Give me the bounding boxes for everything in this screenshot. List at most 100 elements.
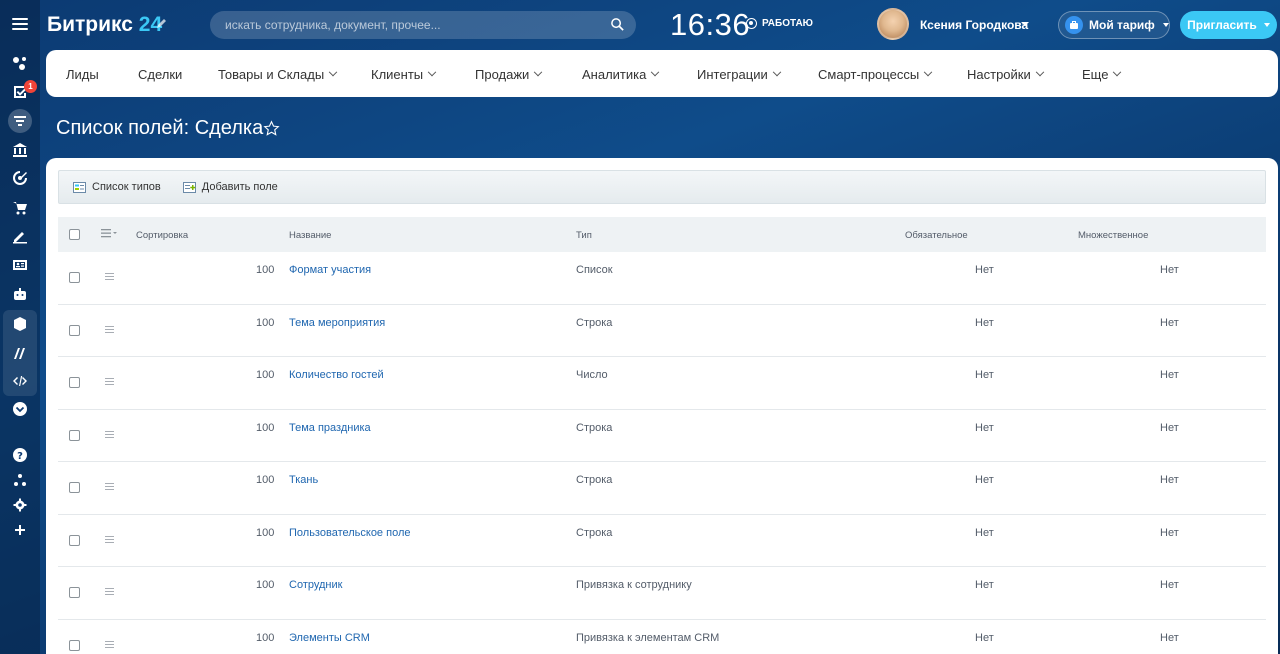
columns-menu-icon[interactable] — [101, 229, 117, 238]
add-plus-icon[interactable] — [8, 518, 32, 542]
chevron-down-icon — [772, 67, 781, 76]
row-checkbox[interactable] — [69, 324, 80, 336]
menu-label: Интеграции — [697, 67, 768, 82]
cell-name-link[interactable]: Формат участия — [289, 264, 371, 276]
avatar[interactable] — [877, 8, 909, 40]
menu-item-leads[interactable]: Лиды — [66, 67, 99, 82]
grid-rows: 100 Формат участия Список Нет Нет 100 Те… — [58, 252, 1266, 654]
more-chevron-icon[interactable] — [8, 397, 32, 421]
search-input[interactable] — [210, 11, 636, 39]
cell-name-link[interactable]: Пользовательское поле — [289, 527, 410, 539]
row-checkbox[interactable] — [69, 272, 80, 283]
drag-handle-icon[interactable] — [105, 430, 114, 438]
work-status[interactable]: РАБОТАЮ — [746, 18, 813, 29]
menu-item-settings[interactable]: Настройки — [967, 67, 1044, 82]
cell-name-link[interactable]: Сотрудник — [289, 579, 342, 591]
code-icon[interactable] — [8, 369, 32, 393]
box-icon[interactable] — [8, 312, 32, 336]
menu-label: Сделки — [138, 67, 183, 82]
drag-handle-icon[interactable] — [105, 640, 114, 648]
my-tariff-label: Мой тариф — [1089, 18, 1155, 32]
drag-handle-icon[interactable] — [105, 273, 114, 280]
star-icon[interactable] — [263, 120, 280, 137]
menu-item-analytics[interactable]: Аналитика — [582, 67, 660, 82]
menu-item-deals[interactable]: Сделки — [138, 67, 182, 82]
drag-handle-icon[interactable] — [105, 588, 114, 595]
cell-required: Нет — [975, 526, 994, 539]
clock[interactable]: 16:36 — [670, 7, 750, 43]
target-icon[interactable] — [8, 166, 32, 190]
cell-name-link[interactable]: Элементы CRM — [289, 632, 370, 644]
menu-item-goods[interactable]: Товары и Склады — [218, 67, 338, 82]
drag-handle-icon[interactable] — [105, 483, 114, 490]
types-list-button[interactable]: Список типов — [73, 181, 161, 193]
select-all-checkbox[interactable] — [69, 229, 80, 240]
tasks-badge: 1 — [24, 80, 37, 93]
row-checkbox[interactable] — [69, 587, 80, 598]
row-checkbox[interactable] — [69, 639, 80, 651]
drag-handle-icon[interactable] — [105, 378, 114, 385]
row-checkbox[interactable] — [69, 429, 80, 441]
table-row[interactable]: 100 Сотрудник Привязка к сотруднику Нет … — [58, 567, 1266, 620]
cell-type: Список — [576, 264, 613, 276]
cell-multiple: Нет — [1160, 421, 1179, 434]
feed-icon[interactable] — [8, 51, 32, 75]
cell-required: Нет — [975, 421, 994, 434]
help-icon[interactable]: ? — [8, 443, 32, 467]
table-row[interactable]: 100 Формат участия Список Нет Нет — [58, 252, 1266, 305]
contact-card-icon[interactable] — [8, 253, 32, 277]
structure-icon[interactable] — [8, 468, 32, 492]
grid-header: Сортировка Название Тип Обязательное Мно… — [58, 217, 1266, 252]
table-row[interactable]: 100 Тема праздника Строка Нет Нет — [58, 410, 1266, 462]
chevron-down-icon — [328, 67, 338, 76]
drag-handle-icon[interactable] — [105, 535, 114, 543]
crm-icon[interactable] — [8, 109, 32, 133]
cell-name-link[interactable]: Тема праздника — [289, 422, 371, 434]
add-field-button[interactable]: Добавить поле — [182, 181, 278, 193]
cell-name-link[interactable]: Тема мероприятия — [289, 317, 385, 329]
user-caret-icon[interactable] — [1021, 22, 1029, 26]
left-rail: 1 ? — [0, 0, 40, 654]
market-icon[interactable] — [8, 341, 32, 365]
pencil-icon[interactable] — [156, 17, 168, 29]
cart-icon[interactable] — [8, 196, 32, 220]
cell-required: Нет — [975, 316, 994, 329]
drag-handle-icon[interactable] — [105, 325, 114, 333]
cell-multiple: Нет — [1160, 316, 1179, 329]
bank-icon[interactable] — [8, 138, 32, 162]
column-header-multiple[interactable]: Множественное — [1078, 230, 1148, 241]
column-header-required[interactable]: Обязательное — [905, 230, 968, 241]
cell-sort: 100 — [256, 369, 275, 381]
row-checkbox[interactable] — [69, 534, 80, 546]
robot-icon[interactable] — [8, 282, 32, 306]
menu-item-more[interactable]: Еще — [1082, 67, 1122, 82]
table-row[interactable]: 100 Тема мероприятия Строка Нет Нет — [58, 305, 1266, 357]
menu-item-integrations[interactable]: Интеграции — [697, 67, 781, 82]
search-icon[interactable] — [610, 17, 625, 32]
cell-multiple: Нет — [1160, 369, 1179, 381]
table-row[interactable]: 100 Элементы CRM Привязка к элементам CR… — [58, 620, 1266, 654]
menu-item-sales[interactable]: Продажи — [475, 67, 543, 82]
menu-burger-icon[interactable] — [12, 18, 28, 30]
table-row[interactable]: 100 Пользовательское поле Строка Нет Нет — [58, 515, 1266, 567]
menu-item-clients[interactable]: Клиенты — [371, 67, 437, 82]
column-header-type[interactable]: Тип — [576, 230, 592, 241]
my-tariff-button[interactable]: Мой тариф — [1058, 11, 1170, 39]
user-name[interactable]: Ксения Городкова — [920, 18, 1028, 32]
cell-name-link[interactable]: Ткань — [289, 474, 318, 486]
cell-name-link[interactable]: Количество гостей — [289, 369, 384, 381]
row-checkbox[interactable] — [69, 377, 80, 388]
column-header-name[interactable]: Название — [289, 230, 331, 241]
logo[interactable]: Битрикс 24 — [47, 13, 162, 37]
menu-item-smart-processes[interactable]: Смарт-процессы — [818, 67, 933, 82]
cell-type: Строка — [576, 526, 613, 539]
table-row[interactable]: 100 Ткань Строка Нет Нет — [58, 462, 1266, 515]
sign-icon[interactable] — [8, 224, 32, 248]
invite-button[interactable]: Пригласить — [1180, 11, 1277, 39]
invite-label: Пригласить — [1187, 18, 1257, 32]
row-checkbox[interactable] — [69, 482, 80, 493]
column-header-sort[interactable]: Сортировка — [136, 230, 188, 241]
settings-gear-icon[interactable] — [8, 493, 32, 517]
table-row[interactable]: 100 Количество гостей Число Нет Нет — [58, 357, 1266, 410]
cell-required: Нет — [975, 369, 994, 381]
